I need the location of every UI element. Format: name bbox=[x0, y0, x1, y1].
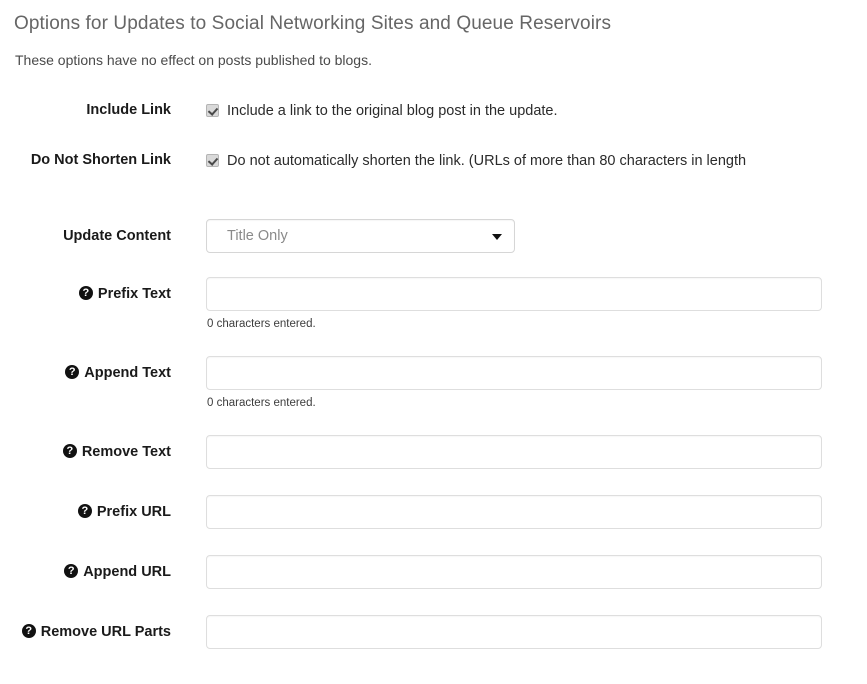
input-remove-text[interactable] bbox=[206, 435, 822, 469]
help-icon-glyph: ? bbox=[82, 287, 90, 299]
label-prefix-url: ? Prefix URL bbox=[0, 502, 171, 523]
label-update-content-text: Update Content bbox=[63, 228, 171, 244]
checkbox-include-link[interactable]: Include a link to the original blog post… bbox=[206, 101, 558, 121]
label-include-link-text: Include Link bbox=[86, 102, 171, 118]
label-remove-text-text: Remove Text bbox=[81, 444, 171, 460]
label-include-link: Include Link bbox=[0, 100, 171, 121]
section-subtitle: These options have no effect on posts pu… bbox=[15, 52, 372, 68]
help-icon[interactable]: ? bbox=[77, 504, 92, 518]
label-append-url: ? Append URL bbox=[0, 562, 171, 583]
hint-prefix-text: 0 characters entered. bbox=[207, 318, 316, 330]
label-append-url-text: Append URL bbox=[83, 564, 171, 580]
label-do-not-shorten-link: Do Not Shorten Link bbox=[0, 150, 171, 171]
help-icon[interactable]: ? bbox=[62, 444, 77, 458]
help-icon-glyph: ? bbox=[67, 565, 75, 577]
help-icon[interactable]: ? bbox=[21, 624, 36, 638]
select-update-content[interactable]: Title Only bbox=[206, 219, 515, 253]
help-icon-glyph: ? bbox=[66, 445, 74, 457]
label-remove-text: ? Remove Text bbox=[0, 442, 171, 463]
hint-append-text: 0 characters entered. bbox=[207, 397, 316, 409]
options-form-page: Options for Updates to Social Networking… bbox=[0, 0, 867, 684]
label-append-text: ? Append Text bbox=[0, 363, 171, 384]
help-icon[interactable]: ? bbox=[64, 564, 79, 578]
select-update-content-value: Title Only bbox=[227, 228, 288, 244]
checkbox-do-not-shorten-link-box[interactable] bbox=[206, 154, 219, 167]
checkbox-do-not-shorten-link[interactable]: Do not automatically shorten the link. (… bbox=[206, 151, 746, 171]
help-icon[interactable]: ? bbox=[65, 365, 80, 379]
label-prefix-text: ? Prefix Text bbox=[0, 284, 171, 305]
help-icon[interactable]: ? bbox=[78, 286, 93, 300]
checkbox-include-link-label: Include a link to the original blog post… bbox=[227, 103, 558, 119]
checkbox-include-link-box[interactable] bbox=[206, 104, 219, 117]
input-prefix-text[interactable] bbox=[206, 277, 822, 311]
label-append-text-text: Append Text bbox=[84, 365, 171, 381]
input-append-text[interactable] bbox=[206, 356, 822, 390]
label-prefix-text-text: Prefix Text bbox=[97, 286, 171, 302]
input-remove-url-parts[interactable] bbox=[206, 615, 822, 649]
help-icon-glyph: ? bbox=[25, 625, 33, 637]
help-icon-glyph: ? bbox=[68, 366, 76, 378]
checkbox-do-not-shorten-link-label: Do not automatically shorten the link. (… bbox=[227, 153, 747, 169]
input-prefix-url[interactable] bbox=[206, 495, 822, 529]
page-title: Options for Updates to Social Networking… bbox=[14, 13, 612, 34]
chevron-down-icon bbox=[492, 234, 502, 240]
label-prefix-url-text: Prefix URL bbox=[96, 504, 171, 520]
label-do-not-shorten-link-text: Do Not Shorten Link bbox=[30, 152, 171, 168]
help-icon-glyph: ? bbox=[81, 505, 89, 517]
label-remove-url-parts-text: Remove URL Parts bbox=[40, 624, 171, 640]
input-append-url[interactable] bbox=[206, 555, 822, 589]
label-update-content: Update Content bbox=[0, 226, 171, 247]
label-remove-url-parts: ? Remove URL Parts bbox=[0, 622, 171, 643]
